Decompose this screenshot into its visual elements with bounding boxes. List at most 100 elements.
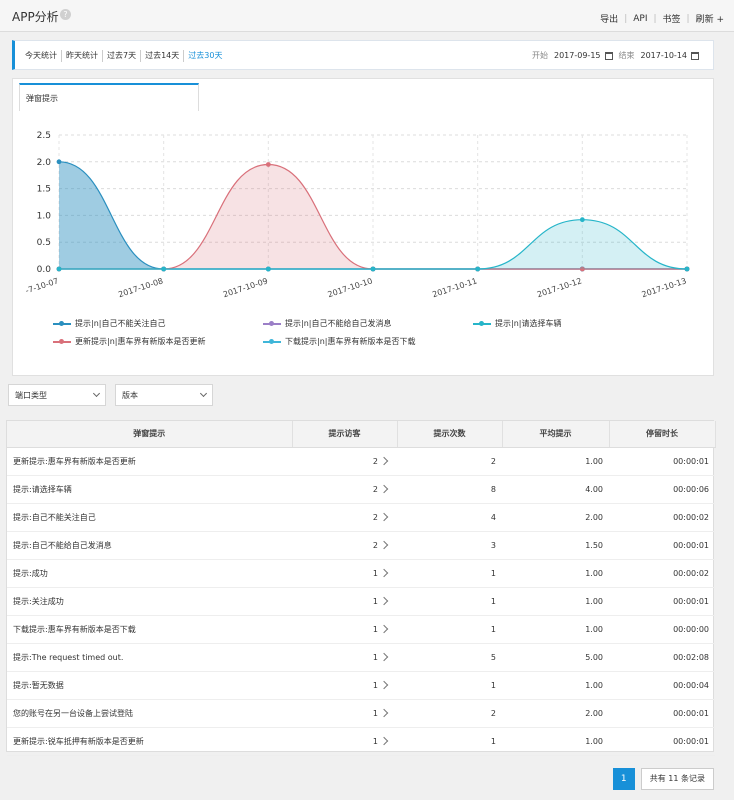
chevron-right-icon[interactable] xyxy=(379,568,389,577)
endpoint-filter[interactable]: 端口类型 xyxy=(8,384,106,406)
table-row[interactable]: 更新提示:惠车界有新版本是否更新 2 2 1.00 00:00:01 xyxy=(7,447,715,476)
tab-yesterday[interactable]: 昨天统计 xyxy=(61,50,102,62)
calendar-icon[interactable] xyxy=(691,51,699,60)
row-title: 更新提示:惠车界有新版本是否更新 xyxy=(7,447,292,476)
table-row[interactable]: 提示:The request timed out. 1 5 5.00 00:02:08 xyxy=(7,643,715,672)
data-point xyxy=(56,159,62,165)
table-row[interactable]: 提示:暂无数据 1 1 1.00 00:00:04 xyxy=(7,671,715,700)
export-button[interactable]: 导出 xyxy=(600,12,618,25)
chevron-right-icon[interactable] xyxy=(379,484,389,493)
y-tick-label: 0.5 xyxy=(37,238,51,248)
tab-7-days[interactable]: 过去7天 xyxy=(102,50,140,62)
visitors-value: 1 xyxy=(372,708,378,718)
visitors-value: 1 xyxy=(372,624,378,634)
visitors-value: 1 xyxy=(372,596,378,606)
legend-label: 提示|n|自己不能关注自己 xyxy=(75,319,166,328)
chevron-right-icon[interactable] xyxy=(379,652,389,661)
visitors-value: 1 xyxy=(372,568,378,578)
row-duration: 00:00:04 xyxy=(609,671,715,700)
version-filter[interactable]: 版本 xyxy=(115,384,213,406)
table-row[interactable]: 提示:自己不能给自己发消息 2 3 1.50 00:00:01 xyxy=(7,531,715,560)
column-header[interactable]: 停留时长 xyxy=(609,421,716,448)
row-title: 提示:The request timed out. xyxy=(7,643,292,672)
chevron-right-icon[interactable] xyxy=(379,512,389,521)
x-tick-label: -7-10-07 xyxy=(24,276,59,295)
table-row[interactable]: 更新提示:锐车抵押有新版本是否更新 1 1 1.00 00:00:01 xyxy=(7,727,715,756)
legend-label: 更新提示|n|惠车界有新版本是否更新 xyxy=(75,337,206,346)
row-visitors: 1 xyxy=(292,727,397,756)
api-button[interactable]: API xyxy=(633,14,647,24)
chevron-down-icon xyxy=(199,389,208,398)
row-title: 提示:暂无数据 xyxy=(7,671,292,700)
row-duration: 00:02:08 xyxy=(609,643,715,672)
data-point xyxy=(161,266,167,272)
legend-item[interactable]: 下载提示|n|惠车界有新版本是否下载 xyxy=(263,336,415,347)
pagination: 1 共有 11 条记录 xyxy=(612,768,714,790)
refresh-button[interactable]: 刷新 + xyxy=(696,12,724,25)
chevron-right-icon[interactable] xyxy=(379,596,389,605)
column-header[interactable]: 提示次数 xyxy=(397,421,503,448)
legend-marker xyxy=(53,338,71,344)
row-visitors: 2 xyxy=(292,531,397,560)
table-row[interactable]: 下载提示:惠车界有新版本是否下载 1 1 1.00 00:00:00 xyxy=(7,615,715,644)
visitors-value: 2 xyxy=(372,484,378,494)
data-point xyxy=(475,266,481,272)
legend-item[interactable]: 提示|n|自己不能给自己发消息 xyxy=(263,318,391,329)
visitors-value: 1 xyxy=(372,736,378,746)
visitors-value: 2 xyxy=(372,512,378,522)
legend-item[interactable]: 提示|n|自己不能关注自己 xyxy=(53,318,165,329)
row-title: 提示:请选择车辆 xyxy=(7,475,292,504)
row-title: 提示:关注成功 xyxy=(7,587,292,616)
data-point xyxy=(265,266,271,272)
start-date[interactable]: 2017-09-15 xyxy=(554,51,601,60)
chart-tab[interactable]: 弹窗提示 xyxy=(19,83,199,111)
page-button[interactable]: 1 xyxy=(612,768,635,790)
row-title: 下载提示:惠车界有新版本是否下载 xyxy=(7,615,292,644)
row-duration: 00:00:00 xyxy=(609,615,715,644)
tab-today[interactable]: 今天统计 xyxy=(25,50,61,62)
chevron-right-icon[interactable] xyxy=(379,624,389,633)
chevron-right-icon[interactable] xyxy=(379,736,389,745)
data-point xyxy=(370,266,376,272)
row-average: 1.00 xyxy=(502,447,609,476)
row-average: 1.50 xyxy=(502,531,609,560)
row-average: 4.00 xyxy=(502,475,609,504)
row-count: 1 xyxy=(397,587,502,616)
legend-marker xyxy=(263,338,281,344)
column-header[interactable]: 弹窗提示 xyxy=(7,421,293,448)
row-duration: 00:00:06 xyxy=(609,475,715,504)
chevron-right-icon[interactable] xyxy=(379,680,389,689)
calendar-icon[interactable] xyxy=(604,51,613,60)
row-title: 提示:成功 xyxy=(7,559,292,588)
table-row[interactable]: 提示:成功 1 1 1.00 00:00:02 xyxy=(7,559,715,588)
tab-30-days[interactable]: 过去30天 xyxy=(183,50,226,62)
row-average: 1.00 xyxy=(502,671,609,700)
column-header[interactable]: 平均提示 xyxy=(502,421,610,448)
table-row[interactable]: 提示:自己不能关注自己 2 4 2.00 00:00:02 xyxy=(7,503,715,532)
chevron-right-icon[interactable] xyxy=(379,708,389,717)
row-visitors: 1 xyxy=(292,615,397,644)
help-icon[interactable]: ? xyxy=(60,9,71,20)
table-header-row: 弹窗提示 提示访客 提示次数 平均提示 停留时长 xyxy=(7,421,716,448)
table-row[interactable]: 您的账号在另一台设备上尝试登陆 1 2 2.00 00:00:01 xyxy=(7,699,715,728)
chevron-right-icon[interactable] xyxy=(379,540,389,549)
table-row[interactable]: 提示:请选择车辆 2 8 4.00 00:00:06 xyxy=(7,475,715,504)
data-point xyxy=(579,217,585,223)
bookmark-button[interactable]: 书签 xyxy=(663,12,681,25)
tab-14-days[interactable]: 过去14天 xyxy=(140,50,183,62)
legend-item[interactable]: 更新提示|n|惠车界有新版本是否更新 xyxy=(53,336,205,347)
x-tick-label: 2017-10-11 xyxy=(431,276,478,299)
legend-item[interactable]: 提示|n|请选择车辆 xyxy=(473,318,561,329)
column-header[interactable]: 提示访客 xyxy=(292,421,398,448)
table-row[interactable]: 提示:关注成功 1 1 1.00 00:00:01 xyxy=(7,587,715,616)
start-label: 开始 xyxy=(532,51,548,60)
chevron-right-icon[interactable] xyxy=(379,456,389,465)
visitors-value: 1 xyxy=(372,680,378,690)
divider: | xyxy=(686,13,690,24)
table-body: 更新提示:惠车界有新版本是否更新 2 2 1.00 00:00:01 提示:请选择车辆 2 8… xyxy=(7,447,715,756)
end-date[interactable]: 2017-10-14 xyxy=(641,51,688,60)
x-tick-label: 2017-10-08 xyxy=(117,276,164,299)
legend-marker xyxy=(263,320,281,326)
x-tick-label: 2017-10-13 xyxy=(641,276,688,299)
data-point xyxy=(265,162,271,167)
